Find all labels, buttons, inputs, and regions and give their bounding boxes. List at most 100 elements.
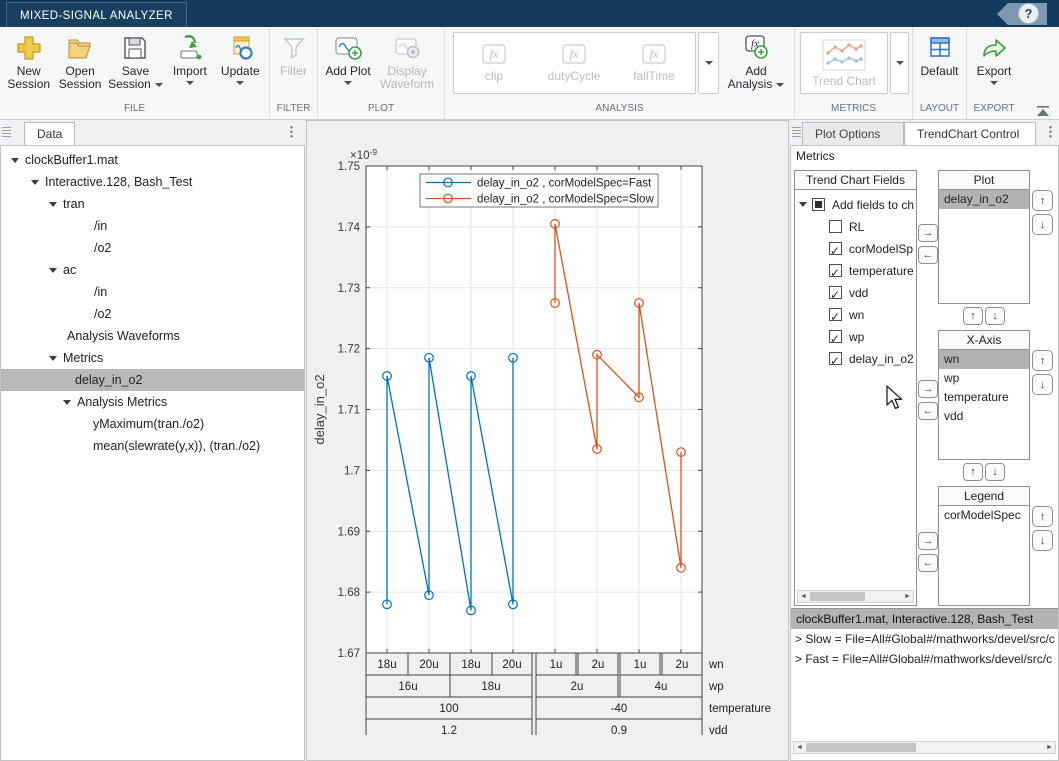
plot-up-button[interactable]: ↑ [963, 307, 983, 325]
scrollbar-thumb[interactable] [806, 743, 916, 752]
checkbox-partial[interactable] [812, 198, 825, 211]
tree-item-metrics[interactable]: Metrics [1, 347, 304, 369]
field-row-rl[interactable]: RL [799, 216, 916, 238]
update-button[interactable]: Update [215, 32, 266, 85]
save-session-dropdown[interactable] [155, 83, 163, 87]
xaxis-up-button[interactable]: ↑ [963, 463, 983, 481]
expand-caret-icon[interactable] [49, 268, 57, 273]
expand-caret-icon[interactable] [49, 356, 57, 361]
scroll-right-icon[interactable]: ► [1044, 742, 1055, 753]
legend-move-down-button[interactable]: ↓ [1032, 530, 1053, 551]
tree-item-tran-o2[interactable]: /o2 [1, 237, 304, 259]
analysis-gallery-dropdown[interactable] [698, 32, 719, 94]
tree-item-clockbuffer[interactable]: clockBuffer1.mat [1, 149, 304, 171]
tab-plot-options[interactable]: Plot Options [802, 122, 904, 145]
tree-item-interactive[interactable]: Interactive.128, Bash_Test [1, 171, 304, 193]
field-row-wn[interactable]: wn [799, 304, 916, 326]
help-button[interactable]: ? [1018, 3, 1039, 24]
move-right-button[interactable]: → [918, 224, 938, 242]
plot-move-up-button[interactable]: ↑ [1032, 190, 1053, 211]
expand-caret-icon[interactable] [31, 180, 39, 185]
open-session-button[interactable]: Open Session [54, 32, 105, 91]
checkbox-checked[interactable] [829, 264, 842, 277]
trend-chart[interactable]: 1.671.681.691.71.711.721.731.741.75×10-9… [307, 121, 788, 735]
add-analysis-dropdown[interactable] [776, 83, 784, 87]
data-panel-menu-icon[interactable]: ⋮ [285, 124, 297, 140]
tab-data[interactable]: Data [24, 122, 75, 145]
tree-item-delay-in-o2[interactable]: delay_in_o2 [1, 369, 304, 391]
main-area: Data ⋮ clockBuffer1.mat Interactive.128,… [0, 120, 1059, 761]
checkbox-checked[interactable] [829, 330, 842, 343]
update-dropdown[interactable] [236, 81, 244, 85]
plot-down-button[interactable]: ↓ [985, 307, 1005, 325]
save-session-button[interactable]: Save Session [106, 32, 165, 91]
scrollbar-thumb[interactable] [810, 592, 865, 601]
expand-caret-icon[interactable] [63, 400, 71, 405]
panel-drag-handle[interactable] [792, 127, 801, 138]
add-analysis-button[interactable]: fx Add Analysis [727, 32, 785, 91]
toolstrip-tab-mixed-signal-analyzer[interactable]: MIXED-SIGNAL ANALYZER [6, 2, 187, 28]
tree-item-analysis-waveforms[interactable]: Analysis Waveforms [1, 325, 304, 347]
scroll-right-icon[interactable]: ► [902, 591, 913, 602]
control-panel-menu-icon[interactable]: ⋮ [1044, 124, 1056, 140]
import-dropdown[interactable] [186, 81, 194, 85]
move-right-button[interactable]: → [918, 532, 938, 550]
expand-caret-icon[interactable] [49, 202, 57, 207]
tab-trendchart-control[interactable]: TrendChart Control [904, 122, 1036, 145]
fields-root-row[interactable]: Add fields to ch [799, 194, 916, 216]
scroll-left-icon[interactable]: ◄ [798, 591, 809, 602]
x-axis-table: 18u20u18u20u1u2u1u2uwn16u18u2u4uwp100-40… [366, 653, 771, 735]
legend-move-up-button[interactable]: ↑ [1032, 506, 1053, 527]
tree-item-tran[interactable]: tran [1, 193, 304, 215]
group-label-analysis: ANALYSIS [445, 102, 794, 119]
panel-drag-handle[interactable] [2, 127, 11, 138]
field-row-vdd[interactable]: vdd [799, 282, 916, 304]
checkbox-unchecked[interactable] [829, 220, 842, 233]
fields-horizontal-scrollbar[interactable]: ◄ ► [797, 590, 914, 603]
expand-caret-icon[interactable] [799, 202, 807, 207]
add-plot-button[interactable]: Add Plot [321, 32, 375, 85]
field-row-wp[interactable]: wp [799, 326, 916, 348]
tree-item-ac-in[interactable]: /in [1, 281, 304, 303]
tree-item-ymaximum[interactable]: yMaximum(tran./o2) [1, 413, 304, 435]
checkbox-checked[interactable] [829, 352, 842, 365]
move-left-button[interactable]: ← [918, 554, 938, 572]
move-right-button[interactable]: → [918, 380, 938, 398]
plot-move-down-button[interactable]: ↓ [1032, 214, 1053, 235]
import-button[interactable]: Import [165, 32, 214, 85]
info-horizontal-scrollbar[interactable]: ◄ ► [793, 741, 1056, 754]
metrics-gallery-dropdown[interactable] [890, 32, 909, 94]
export-button[interactable]: Export [970, 32, 1018, 85]
field-row-delay-in-o2[interactable]: delay_in_o2 [799, 348, 916, 370]
xaxis-list-item[interactable]: wn [939, 350, 1029, 369]
xaxis-list-item[interactable]: wp [939, 369, 1029, 388]
add-plot-dropdown[interactable] [344, 81, 352, 85]
legend-list-item[interactable]: corModelSpec [939, 506, 1029, 525]
field-row-cormodelspec[interactable]: corModelSp [799, 238, 916, 260]
collapse-ribbon-button[interactable] [1035, 104, 1051, 116]
fx-icon: fx [641, 44, 667, 69]
checkbox-checked[interactable] [829, 242, 842, 255]
field-row-temperature[interactable]: temperature [799, 260, 916, 282]
default-layout-button[interactable]: Default [916, 32, 963, 78]
move-left-button[interactable]: ← [918, 402, 938, 420]
tree-item-ac-o2[interactable]: /o2 [1, 303, 304, 325]
xaxis-list-item[interactable]: temperature [939, 388, 1029, 407]
xaxis-move-down-button[interactable]: ↓ [1032, 374, 1053, 395]
export-dropdown[interactable] [990, 81, 998, 85]
tree-item-tran-in[interactable]: /in [1, 215, 304, 237]
tree-item-mean-slewrate[interactable]: mean(slewrate(y,x)), (tran./o2) [1, 435, 304, 457]
checkbox-checked[interactable] [829, 308, 842, 321]
tree-item-analysis-metrics[interactable]: Analysis Metrics [1, 391, 304, 413]
new-session-button[interactable]: New Session [3, 32, 54, 91]
plot-list-item[interactable]: delay_in_o2 [939, 190, 1029, 209]
scroll-left-icon[interactable]: ◄ [794, 742, 805, 753]
xaxis-list-item[interactable]: vdd [939, 407, 1029, 426]
tree-item-ac[interactable]: ac [1, 259, 304, 281]
xaxis-down-button[interactable]: ↓ [985, 463, 1005, 481]
checkbox-checked[interactable] [829, 286, 842, 299]
xaxis-move-up-button[interactable]: ↑ [1032, 350, 1053, 371]
ribbon-group-plot: Add Plot Display Waveform PLOT [318, 27, 445, 119]
move-left-button[interactable]: ← [918, 246, 938, 264]
expand-caret-icon[interactable] [11, 158, 19, 163]
